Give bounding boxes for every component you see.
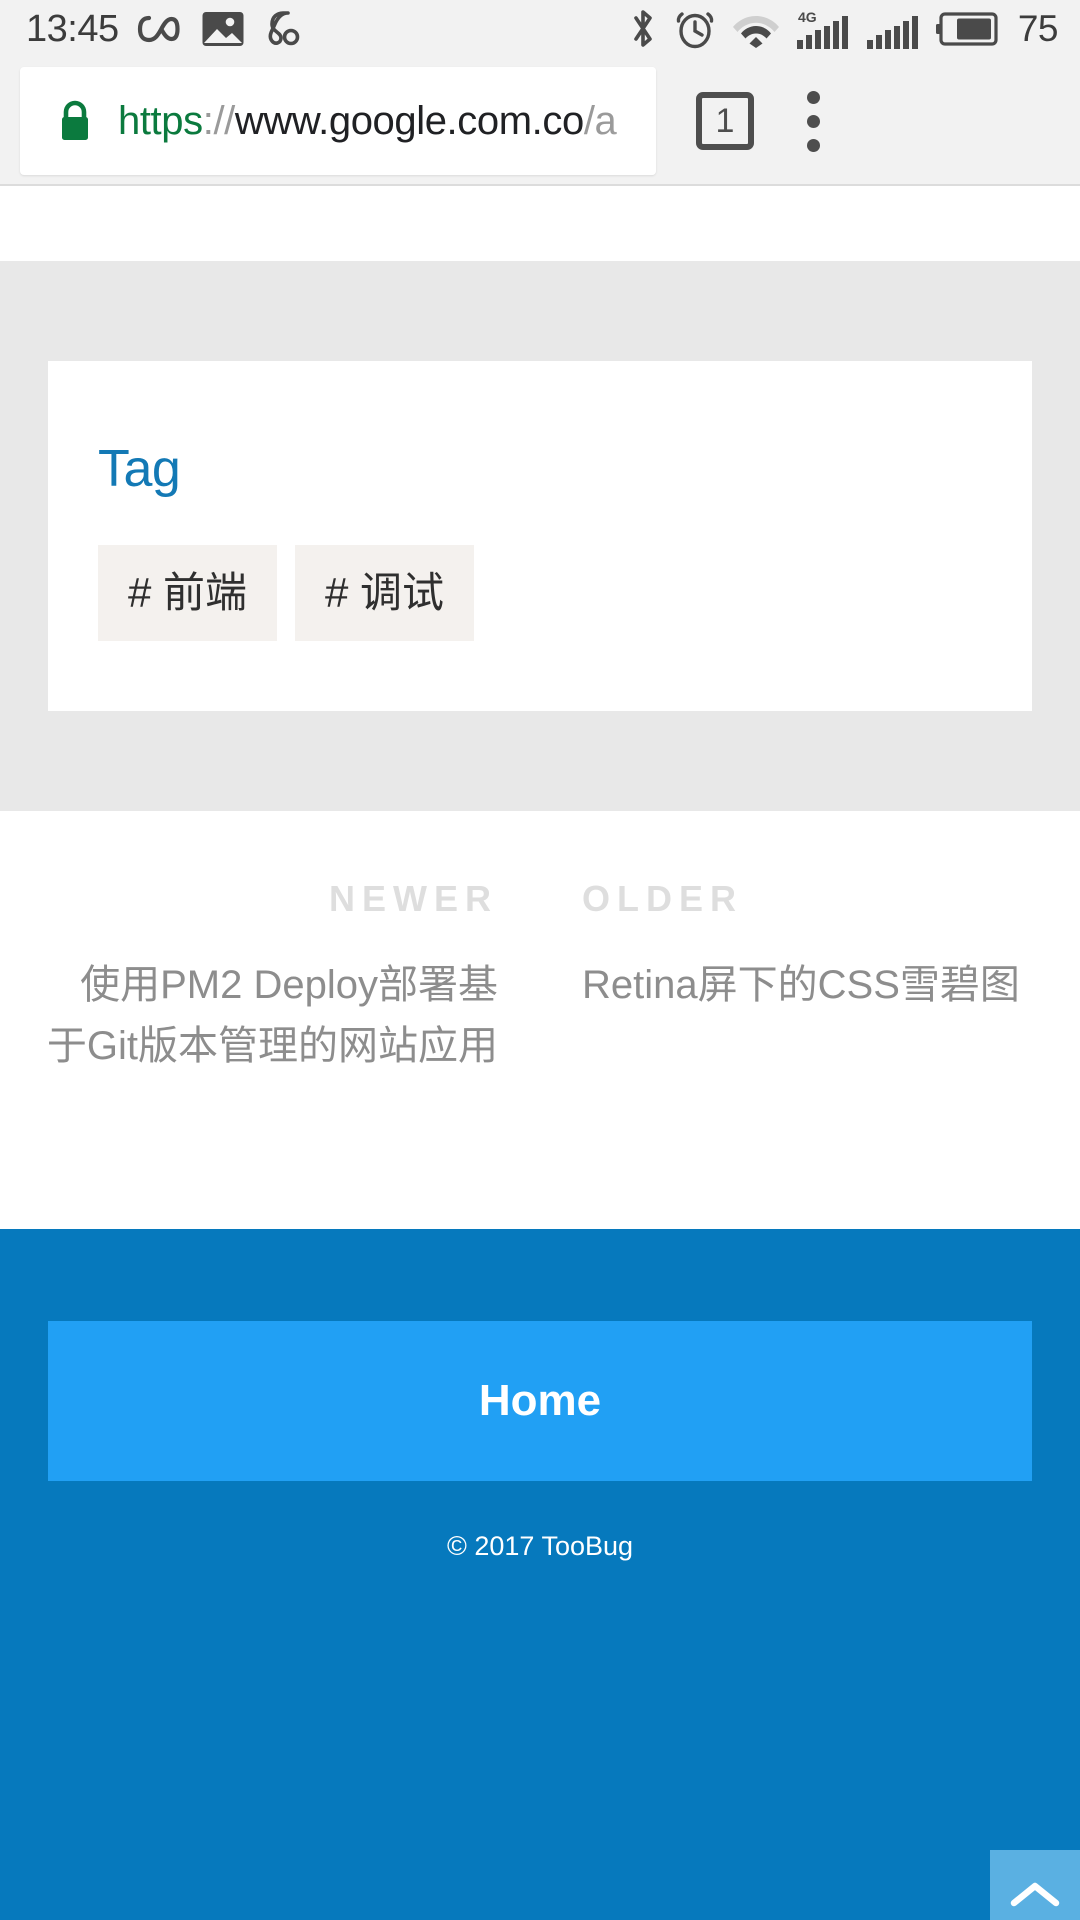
site-footer: Home © 2017 TooBug (0, 1229, 1080, 1920)
kebab-dot (806, 138, 820, 152)
post-navigation: NEWER 使用PM2 Deploy部署基于Git版本管理的网站应用 OLDER… (0, 811, 1080, 1230)
signal-bars-icon (866, 16, 918, 49)
page-top-gap (0, 186, 1080, 261)
kebab-dot (806, 90, 820, 104)
status-bar-clock: 13:45 (26, 7, 119, 50)
web-page-content: Tag # 前端 # 调试 NEWER 使用PM2 Deploy部署基于Git版… (0, 186, 1080, 1920)
tag-section: Tag # 前端 # 调试 (0, 261, 1080, 812)
newer-label: NEWER (329, 878, 498, 920)
tag-chip-list: # 前端 # 调试 (98, 545, 982, 642)
browser-toolbar: https://www.google.com.co/a 1 (0, 58, 1080, 186)
url-host: www.google.com.co (234, 99, 584, 143)
home-button[interactable]: Home (48, 1321, 1032, 1482)
url-truncation-fade (612, 67, 656, 175)
older-label: OLDER (582, 878, 743, 920)
data-saver-icon (268, 11, 299, 46)
url-scheme: https (118, 99, 203, 143)
older-post-link[interactable]: OLDER Retina屏下的CSS雪碧图 (540, 881, 1080, 1229)
tab-counter-button[interactable]: 1 (696, 92, 754, 150)
tag-chip-debug[interactable]: # 调试 (295, 545, 475, 642)
bluetooth-icon (630, 10, 652, 47)
tag-chip-frontend[interactable]: # 前端 (98, 545, 278, 642)
url-text: https://www.google.com.co/a (118, 99, 617, 143)
kebab-dot (806, 114, 820, 128)
url-path: /a (583, 99, 617, 143)
lock-icon (56, 98, 94, 144)
scroll-to-top-button[interactable] (990, 1850, 1080, 1920)
tag-card: Tag # 前端 # 调试 (48, 361, 1032, 712)
tab-count-label: 1 (715, 102, 735, 140)
screenshot-image-icon (202, 12, 244, 46)
signal-4g-icon: 4G (796, 9, 848, 49)
tag-card-title: Tag (98, 440, 181, 498)
status-bar-left-group: 13:45 (26, 8, 303, 51)
url-separator: :// (202, 99, 236, 143)
wifi-icon (732, 16, 779, 48)
battery-icon (935, 12, 998, 46)
newer-post-title: 使用PM2 Deploy部署基于Git版本管理的网站应用 (46, 963, 498, 1069)
url-address-bar[interactable]: https://www.google.com.co/a (20, 67, 656, 175)
battery-percentage: 75 (1017, 8, 1059, 49)
copyright-text: © 2017 TooBug (446, 1531, 634, 1562)
newer-post-link[interactable]: NEWER 使用PM2 Deploy部署基于Git版本管理的网站应用 (0, 881, 540, 1229)
infinity-icon (137, 15, 180, 43)
status-bar-right-group: 4G 75 (628, 7, 1059, 51)
svg-text:4G: 4G (798, 9, 817, 25)
android-status-bar: 13:45 4G 75 (0, 0, 1080, 58)
chevron-up-icon (1010, 1883, 1060, 1907)
kebab-menu-icon[interactable] (776, 77, 850, 165)
alarm-clock-icon (676, 12, 714, 49)
older-post-title: Retina屏下的CSS雪碧图 (582, 963, 1020, 1008)
